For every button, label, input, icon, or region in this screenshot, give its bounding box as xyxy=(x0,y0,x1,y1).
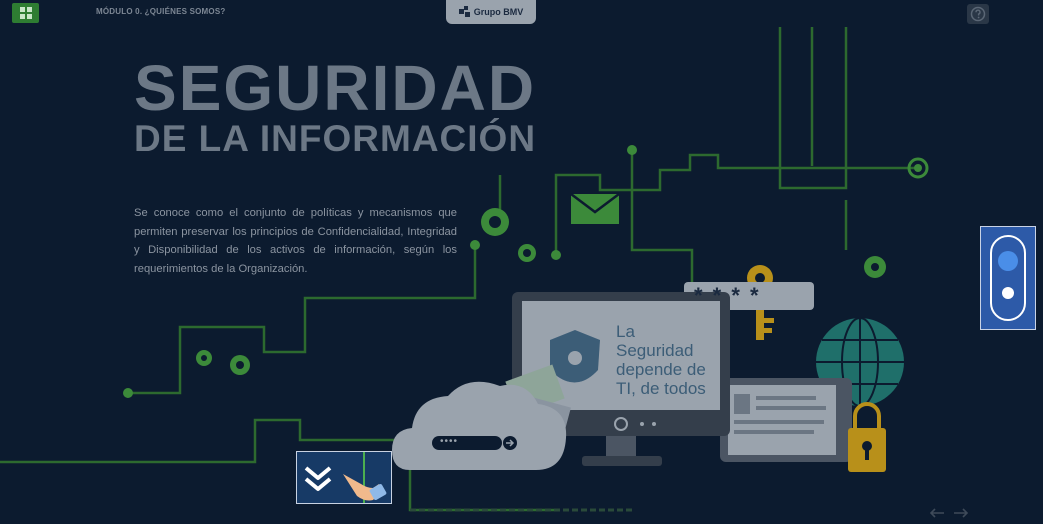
page-subtitle: DE LA INFORMACIÓN xyxy=(134,118,537,159)
progress-track xyxy=(410,508,632,512)
double-chevron-down-icon xyxy=(304,466,332,491)
arrow-left-icon xyxy=(929,508,944,518)
cloud-password-mask: •••• xyxy=(440,436,459,447)
page-title: SEGURIDAD xyxy=(134,52,537,124)
slide-toggle[interactable] xyxy=(990,235,1026,321)
toggle-dot-inactive[interactable] xyxy=(1002,287,1014,299)
monitor-line-2: Seguridad xyxy=(616,341,694,360)
description-text: Se conoce como el conjunto de políticas … xyxy=(134,207,457,275)
navigation-arrows xyxy=(928,506,972,522)
bmv-logo-icon xyxy=(458,6,470,17)
hand-pointer-icon xyxy=(343,474,387,501)
monitor-line-4: TI, de todos xyxy=(616,379,706,398)
arrow-right-icon xyxy=(954,508,969,518)
grid-icon xyxy=(19,7,32,19)
slide-toggle-panel xyxy=(980,226,1036,330)
scroll-down-button[interactable] xyxy=(296,451,392,504)
monitor-slogan: La Seguridad depende de TI, de todos xyxy=(616,322,706,398)
previous-button[interactable] xyxy=(928,506,946,520)
monitor-line-3: depende de xyxy=(616,360,706,379)
help-button[interactable] xyxy=(967,4,989,24)
scroll-hint-graphic xyxy=(304,452,387,503)
toggle-dot-active[interactable] xyxy=(998,251,1018,271)
logo-text: Grupo BMV xyxy=(473,7,524,17)
help-icon xyxy=(970,6,986,22)
monitor-line-1: La xyxy=(616,322,635,341)
module-title: MÓDULO 0. ¿QUIÉNES SOMOS? xyxy=(96,7,226,16)
top-bar: MÓDULO 0. ¿QUIÉNES SOMOS? Grupo BMV xyxy=(0,0,1043,26)
password-mask: * * * * xyxy=(694,283,761,308)
next-button[interactable] xyxy=(952,506,970,520)
slide-stage: La Seguridad depende de TI, de todos * *… xyxy=(0,0,1043,524)
menu-button[interactable] xyxy=(12,3,39,23)
grupo-bmv-logo: Grupo BMV xyxy=(446,0,536,24)
